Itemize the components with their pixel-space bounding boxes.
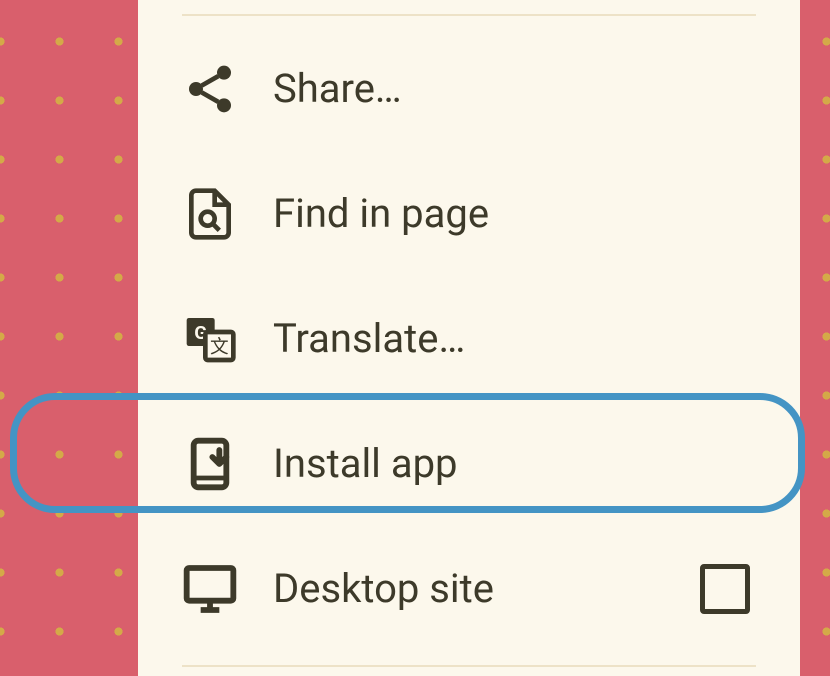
menu-item-find-in-page[interactable]: Find in page: [138, 151, 800, 276]
menu-item-label: Desktop site: [273, 565, 700, 612]
menu-item-desktop-site[interactable]: Desktop site: [138, 526, 800, 651]
menu-item-share[interactable]: Share…: [138, 26, 800, 151]
menu-divider-top: [182, 14, 756, 16]
share-icon: [182, 61, 238, 117]
install-app-icon: [182, 436, 238, 492]
find-in-page-icon: [182, 186, 238, 242]
browser-menu-panel: Share… Find in page G 文 Translate…: [138, 0, 800, 676]
desktop-icon: [182, 561, 238, 617]
menu-item-label: Install app: [273, 440, 800, 487]
menu-item-label: Translate…: [273, 315, 800, 362]
desktop-site-checkbox[interactable]: [700, 564, 750, 614]
menu-item-label: Find in page: [273, 190, 800, 237]
menu-item-label: Share…: [273, 65, 800, 112]
menu-item-translate[interactable]: G 文 Translate…: [138, 276, 800, 401]
svg-text:文: 文: [210, 336, 229, 358]
menu-divider-bottom: [182, 665, 756, 667]
translate-icon: G 文: [182, 311, 238, 367]
menu-item-install-app[interactable]: Install app: [138, 401, 800, 526]
